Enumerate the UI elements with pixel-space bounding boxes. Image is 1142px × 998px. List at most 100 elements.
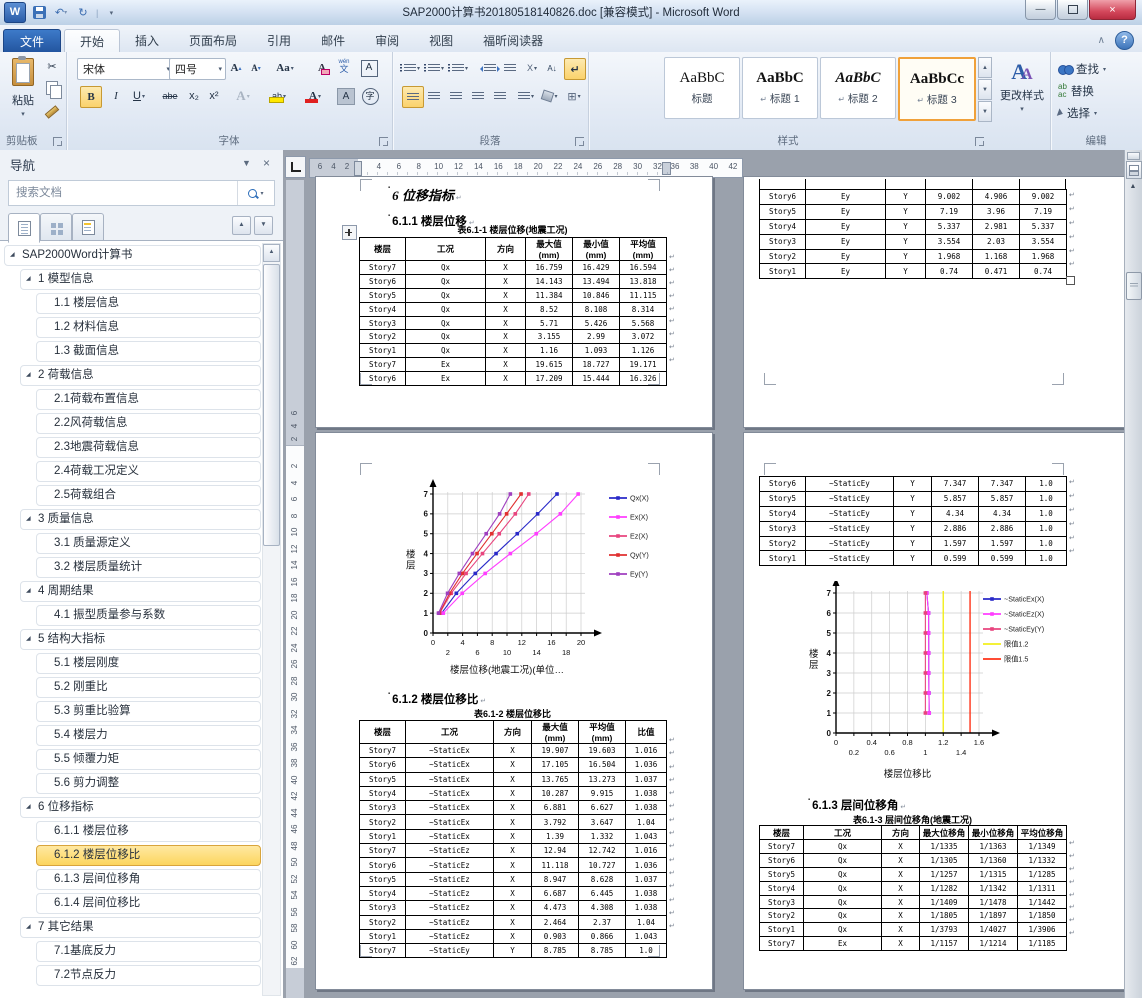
vertical-ruler[interactable]: 642 246810121416182022242628303234363840… <box>286 180 304 998</box>
tab-view[interactable]: 视图 <box>414 29 468 52</box>
tab-references[interactable]: 引用 <box>252 29 306 52</box>
nav-item[interactable]: ◢2 荷载信息 <box>20 365 261 386</box>
navigation-close-icon[interactable]: × <box>258 155 275 172</box>
maximize-button[interactable] <box>1057 0 1088 20</box>
align-right-button[interactable] <box>446 86 466 106</box>
borders-button[interactable]: ⊞▾ <box>564 86 584 106</box>
nav-item[interactable]: 6.1.2 楼层位移比 <box>36 845 261 866</box>
scroll-thumb[interactable] <box>1126 272 1142 300</box>
nav-item[interactable]: 5.2 刚重比 <box>36 677 261 698</box>
previous-heading-button[interactable]: ▲ <box>232 216 251 235</box>
character-border-button[interactable]: A <box>359 58 379 78</box>
font-size-select[interactable]: 四号 ▾ <box>169 58 226 80</box>
tab-stop-selector[interactable] <box>285 156 306 178</box>
tab-review[interactable]: 审阅 <box>360 29 414 52</box>
search-input[interactable] <box>9 186 237 200</box>
table-resize-handle[interactable] <box>1066 276 1075 285</box>
nav-item[interactable]: 6.1.4 层间位移比 <box>36 893 261 914</box>
clear-formatting-button[interactable]: A <box>312 58 332 78</box>
distribute-button[interactable] <box>490 86 510 106</box>
next-heading-button[interactable]: ▼ <box>254 216 273 235</box>
styles-dialog-launcher[interactable] <box>975 137 984 146</box>
horizontal-ruler[interactable]: 642 2468101214161820222426283032 3638404… <box>309 158 743 178</box>
nav-item[interactable]: 3.2 楼层质量统计 <box>36 557 261 578</box>
expand-icon[interactable]: ◢ <box>26 630 31 649</box>
line-spacing-button[interactable]: ▾ <box>516 86 536 106</box>
nav-item[interactable]: ◢4 周期结果 <box>20 581 261 602</box>
nav-item[interactable]: ◢5 结构大指标 <box>20 629 261 650</box>
nav-item[interactable]: ◢1 模型信息 <box>20 269 261 290</box>
style-heading-3[interactable]: AaBbCc ↵ 标题 3 <box>898 57 976 121</box>
nav-item[interactable]: 6.1.3 层间位移角 <box>36 869 261 890</box>
character-shading-button[interactable]: A <box>336 86 356 106</box>
close-button[interactable]: × <box>1089 0 1136 20</box>
clipboard-dialog-launcher[interactable] <box>53 137 62 146</box>
style-title[interactable]: AaBbC 标题 <box>664 57 740 119</box>
font-dialog-launcher[interactable] <box>379 137 388 146</box>
style-heading-1[interactable]: AaBbC ↵ 标题 1 <box>742 57 818 119</box>
align-center-button[interactable] <box>424 86 444 106</box>
page-2[interactable]: Story6EyY9.0024.9069.002Story5EyY7.193.9… <box>743 176 1141 428</box>
nav-item[interactable]: 1.1 楼层信息 <box>36 293 261 314</box>
paragraph-dialog-launcher[interactable] <box>575 137 584 146</box>
nav-item[interactable]: 3.1 质量源定义 <box>36 533 261 554</box>
expand-icon[interactable]: ◢ <box>26 798 31 817</box>
subscript-button[interactable]: x₂ <box>184 86 204 106</box>
styles-scroll-up-button[interactable]: ▲ <box>978 57 992 78</box>
search-dropdown-icon[interactable]: ▾ <box>260 190 263 197</box>
grow-font-button[interactable]: A▴ <box>226 58 246 78</box>
multilevel-list-button[interactable]: ▾ <box>450 58 470 78</box>
nav-item[interactable]: ◢3 质量信息 <box>20 509 261 530</box>
nav-item[interactable]: ◢SAP2000Word计算书 <box>4 245 261 266</box>
minimize-button[interactable]: — <box>1025 0 1056 20</box>
sort-button[interactable]: A↓ <box>542 58 562 78</box>
nav-item[interactable]: 5.3 剪重比验算 <box>36 701 261 722</box>
justify-button[interactable] <box>468 86 488 106</box>
expand-icon[interactable]: ◢ <box>26 510 31 529</box>
nav-item[interactable]: 2.3地震荷载信息 <box>36 437 261 458</box>
bold-button[interactable]: B <box>80 86 102 108</box>
tab-page-layout[interactable]: 页面布局 <box>174 29 252 52</box>
nav-item[interactable]: 5.4 楼层力 <box>36 725 261 746</box>
expand-icon[interactable]: ◢ <box>26 918 31 937</box>
tab-browse-pages[interactable] <box>40 213 72 242</box>
nav-item[interactable]: 5.5 倾覆力矩 <box>36 749 261 770</box>
navigation-scrollbar[interactable]: ▲ <box>262 243 281 996</box>
change-styles-button[interactable]: AA 更改样式 ▾ <box>996 60 1048 113</box>
nav-item[interactable]: 2.1荷载布置信息 <box>36 389 261 410</box>
paste-button[interactable]: 粘贴 ▾ <box>6 58 40 134</box>
expand-icon[interactable]: ◢ <box>26 366 31 385</box>
strikethrough-button[interactable]: abe <box>158 86 182 106</box>
styles-scroll-down-button[interactable]: ▼ <box>978 79 992 100</box>
text-effects-button[interactable]: A▾ <box>230 86 256 106</box>
shrink-font-button[interactable]: A▾ <box>246 58 266 78</box>
document-scrollbar[interactable]: ▲ <box>1124 150 1142 998</box>
nav-item[interactable]: 5.6 剪力调整 <box>36 773 261 794</box>
highlight-color-button[interactable]: ab▾ <box>266 86 292 106</box>
nav-scroll-up-icon[interactable]: ▲ <box>263 244 280 262</box>
superscript-button[interactable]: x² <box>204 86 224 106</box>
expand-icon[interactable]: ◢ <box>26 582 31 601</box>
format-painter-button[interactable] <box>42 102 62 122</box>
nav-item[interactable]: ◢6 位移指标 <box>20 797 261 818</box>
underline-button[interactable]: U▾ <box>126 86 152 106</box>
table-move-handle[interactable] <box>342 225 357 240</box>
change-case-button[interactable]: Aa▾ <box>272 58 298 78</box>
page-3[interactable]: 0246810121416182001234567Qx(X)Ex(X)Ez(X)… <box>315 432 713 990</box>
show-hide-marks-button[interactable]: ↵ <box>564 58 586 80</box>
nav-item[interactable]: 4.1 振型质量参与系数 <box>36 605 261 626</box>
copy-button[interactable] <box>42 78 62 98</box>
bullets-button[interactable]: ▾ <box>402 58 422 78</box>
search-button[interactable]: ▾ <box>237 181 274 205</box>
tab-insert[interactable]: 插入 <box>120 29 174 52</box>
tab-home[interactable]: 开始 <box>64 29 120 52</box>
page-1[interactable]: ▪6 位移指标↵ ▪6.1.1 楼层位移↵ 表6.1-1 楼层位移(地震工况) … <box>315 176 713 428</box>
find-button[interactable]: 查找 ▾ <box>1058 60 1106 78</box>
shading-button[interactable]: ▾ <box>540 86 560 106</box>
tab-mailings[interactable]: 邮件 <box>306 29 360 52</box>
nav-item[interactable]: 1.3 截面信息 <box>36 341 261 362</box>
replace-button[interactable]: abac 替换 <box>1058 82 1094 100</box>
nav-scroll-thumb[interactable] <box>263 264 280 546</box>
enclose-characters-button[interactable]: 字 <box>360 86 380 106</box>
split-window-handle[interactable] <box>1127 152 1140 160</box>
